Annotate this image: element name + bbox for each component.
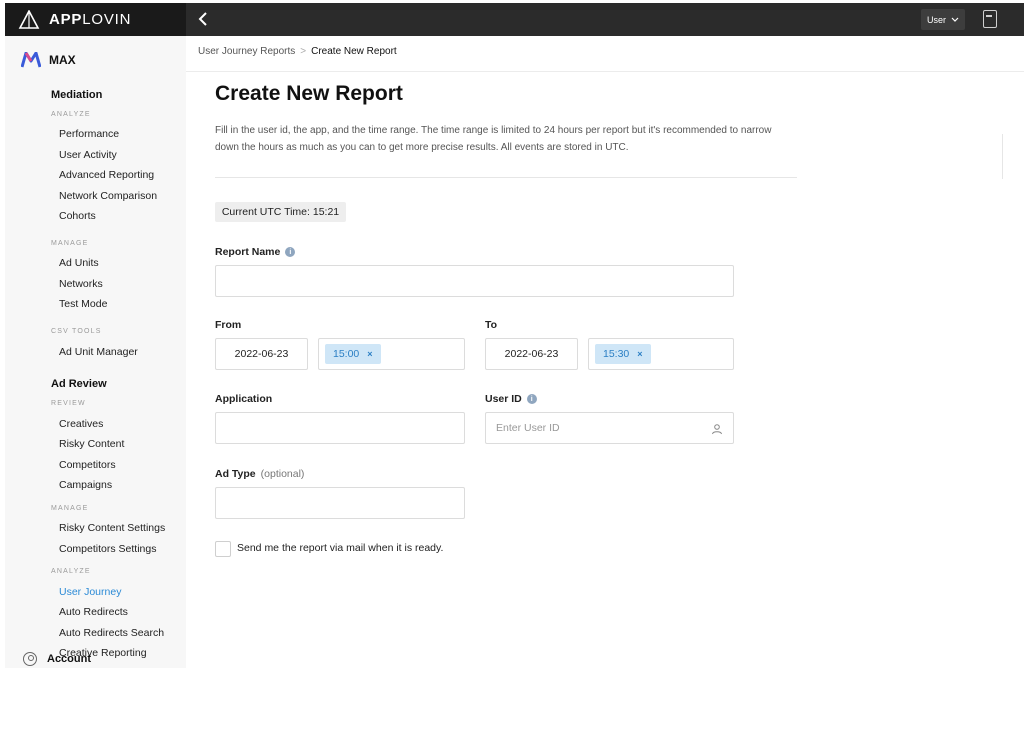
from-label: From — [215, 319, 242, 331]
to-time-field[interactable]: 15:30 × — [588, 338, 734, 370]
ad-type-optional: (optional) — [260, 468, 305, 480]
user-id-input[interactable] — [486, 413, 733, 443]
info-icon[interactable]: i — [526, 394, 537, 404]
page-description: Fill in the user id, the app, and the ti… — [215, 125, 772, 153]
section-mediation: Mediation — [51, 89, 103, 101]
group-review: REVIEW — [51, 400, 86, 407]
account-icon — [23, 652, 37, 666]
group-manage: MANAGE — [51, 240, 89, 247]
send-mail-label[interactable]: Send me the report via mail when it is r… — [237, 542, 443, 554]
back-button[interactable] — [193, 9, 213, 29]
section-ad-review: Ad Review — [51, 378, 107, 390]
user-id-field[interactable] — [485, 412, 734, 444]
breadcrumb-current: Create New Report — [311, 46, 397, 57]
description-divider — [215, 177, 797, 178]
to-date-value: 2022-06-23 — [504, 348, 559, 360]
brand-name: APPLOVIN — [49, 11, 132, 28]
account-menu[interactable]: Account — [23, 652, 91, 666]
sidebar-item-risky-content[interactable]: Risky Content — [59, 438, 124, 450]
sidebar-item-campaigns[interactable]: Campaigns — [59, 479, 112, 491]
header-divider — [186, 71, 1024, 72]
user-icon — [711, 422, 723, 435]
to-date-field[interactable]: 2022-06-23 — [485, 338, 578, 370]
send-mail-checkbox[interactable] — [215, 541, 231, 557]
sidebar-item-test-mode[interactable]: Test Mode — [59, 298, 107, 310]
from-time-chip: 15:00 × — [325, 344, 381, 364]
brand[interactable]: APPLOVIN — [5, 3, 186, 36]
report-name-input[interactable] — [216, 266, 733, 296]
app-window: APPLOVIN User MAX Mediation ANALYZE Perf… — [5, 3, 1024, 727]
sidebar-item-creatives[interactable]: Creatives — [59, 418, 103, 430]
top-bar: APPLOVIN User — [5, 3, 1024, 36]
sidebar-footer — [5, 668, 186, 727]
product-name: MAX — [49, 53, 76, 67]
sidebar-item-auto-redirects-search[interactable]: Auto Redirects Search — [59, 627, 164, 639]
group-csv-tools: CSV TOOLS — [51, 328, 102, 335]
group-analyze: ANALYZE — [51, 111, 91, 118]
sidebar-item-user-journey[interactable]: User Journey — [59, 586, 121, 598]
chevron-down-icon — [951, 17, 959, 22]
user-menu-button[interactable]: User — [921, 9, 965, 30]
breadcrumb-separator: > — [300, 46, 307, 57]
applovin-logo-icon — [17, 8, 41, 32]
sidebar-item-user-activity[interactable]: User Activity — [59, 149, 117, 161]
from-date-field[interactable]: 2022-06-23 — [215, 338, 308, 370]
application-label: Application — [215, 393, 273, 405]
sidebar-item-performance[interactable]: Performance — [59, 128, 119, 140]
sidebar: MAX Mediation ANALYZE Performance User A… — [5, 36, 186, 727]
sidebar-item-cohorts[interactable]: Cohorts — [59, 210, 96, 222]
to-time-remove-icon[interactable]: × — [637, 349, 642, 359]
application-input[interactable] — [216, 413, 464, 443]
from-time-value: 15:00 — [333, 348, 360, 360]
report-name-field[interactable] — [215, 265, 734, 297]
sidebar-item-risky-content-settings[interactable]: Risky Content Settings — [59, 522, 165, 534]
sidebar-item-competitors-settings[interactable]: Competitors Settings — [59, 543, 156, 555]
max-logo-icon — [21, 52, 41, 68]
sidebar-item-networks[interactable]: Networks — [59, 278, 103, 290]
ad-type-label: Ad Type (optional) — [215, 468, 304, 480]
ad-type-field[interactable] — [215, 487, 465, 519]
to-time-value: 15:30 — [603, 348, 630, 360]
info-icon[interactable]: i — [285, 247, 296, 257]
ad-type-input[interactable] — [216, 488, 464, 518]
from-date-value: 2022-06-23 — [234, 348, 289, 360]
group-manage-review: MANAGE — [51, 505, 89, 512]
max-product[interactable]: MAX — [21, 52, 76, 68]
application-field[interactable] — [215, 412, 465, 444]
report-name-label: Report Name i — [215, 246, 296, 258]
to-label: To — [485, 319, 498, 331]
user-menu-label: User — [926, 14, 946, 25]
page-title: Create New Report — [215, 82, 403, 105]
from-time-remove-icon[interactable]: × — [367, 349, 372, 359]
utc-time-badge: Current UTC Time: 15:21 — [215, 202, 346, 222]
sidebar-item-network-comparison[interactable]: Network Comparison — [59, 190, 157, 202]
back-chevron-icon — [198, 12, 207, 26]
user-id-label: User ID i — [485, 393, 537, 405]
ad-type-label-text: Ad Type — [215, 468, 256, 480]
to-time-chip: 15:30 × — [595, 344, 651, 364]
terminal-icon[interactable] — [983, 10, 997, 28]
sidebar-item-competitors[interactable]: Competitors — [59, 459, 116, 471]
sidebar-item-advanced-reporting[interactable]: Advanced Reporting — [59, 169, 154, 181]
panel-edge — [1002, 134, 1003, 179]
sidebar-item-auto-redirects[interactable]: Auto Redirects — [59, 606, 128, 618]
user-id-label-text: User ID — [485, 393, 522, 405]
group-analyze-review: ANALYZE — [51, 568, 91, 575]
from-time-field[interactable]: 15:00 × — [318, 338, 465, 370]
sidebar-item-ad-unit-manager[interactable]: Ad Unit Manager — [59, 346, 138, 358]
breadcrumb: User Journey Reports > Create New Report — [198, 46, 397, 57]
breadcrumb-parent[interactable]: User Journey Reports — [198, 46, 295, 57]
report-name-label-text: Report Name — [215, 246, 281, 258]
sidebar-item-ad-units[interactable]: Ad Units — [59, 257, 99, 269]
account-label: Account — [47, 653, 91, 665]
